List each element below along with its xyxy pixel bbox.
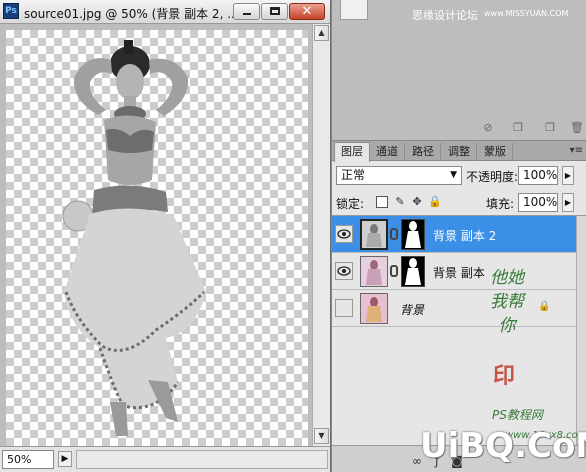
uibq-watermark: UiBQ.CoM bbox=[420, 426, 586, 466]
blend-mode-value: 正常 bbox=[341, 168, 366, 182]
eye-icon bbox=[337, 266, 351, 276]
photoshop-workspace: Ps source01.jpg @ 50% (背景 副本 2, ... ✕ ▲ … bbox=[0, 0, 586, 472]
vertical-scrollbar[interactable]: ▲ ▼ bbox=[312, 24, 330, 446]
layer-visibility-toggle[interactable] bbox=[335, 262, 353, 280]
forum-watermark-url: www.MISSYUAN.COM bbox=[484, 9, 569, 18]
document-canvas[interactable] bbox=[6, 30, 308, 446]
seal-stamp: 印 bbox=[492, 364, 515, 389]
move-icon[interactable]: ✥ bbox=[411, 196, 423, 208]
layer-thumbnail bbox=[360, 256, 388, 287]
tab-layers[interactable]: 图层 bbox=[334, 142, 370, 162]
fill-label: 填充: bbox=[486, 197, 515, 211]
layer-row[interactable]: 背景 副本 bbox=[332, 253, 576, 290]
panel-footer-icons: ⊘ ❐ ❐ 🗑 bbox=[482, 122, 584, 136]
document-title-bar[interactable]: Ps source01.jpg @ 50% (背景 副本 2, ... ✕ bbox=[0, 0, 330, 24]
lock-icon[interactable]: 🔒 bbox=[428, 196, 442, 208]
link-icon bbox=[390, 265, 398, 277]
dancer-photo bbox=[62, 40, 206, 436]
layers-scrollbar[interactable] bbox=[576, 216, 586, 446]
canvas-area bbox=[0, 24, 312, 446]
lock-icon: 🔒 bbox=[538, 301, 551, 312]
status-menu-icon[interactable]: ▶ bbox=[58, 451, 72, 467]
document-window: Ps source01.jpg @ 50% (背景 副本 2, ... ✕ ▲ … bbox=[0, 0, 330, 472]
document-title: source01.jpg @ 50% (背景 副本 2, ... bbox=[24, 7, 239, 21]
lock-row: 锁定: ✎ ✥ 🔒 填充: 100% ▶ bbox=[336, 193, 584, 212]
maximize-icon bbox=[270, 7, 280, 15]
brush-icon[interactable]: ✎ bbox=[394, 196, 406, 208]
opacity-label: 不透明度: bbox=[466, 170, 519, 184]
zoom-field[interactable]: 50% bbox=[2, 450, 54, 469]
upper-panel: 思缘设计论坛 www.MISSYUAN.COM ⊘ ❐ ❐ 🗑 bbox=[331, 0, 586, 140]
layer-thumbnail bbox=[360, 219, 388, 250]
site-watermark: PS教程网 bbox=[492, 408, 543, 422]
opacity-slider-arrow-icon[interactable]: ▶ bbox=[562, 166, 574, 185]
tab-paths[interactable]: 路径 bbox=[406, 143, 441, 161]
status-bar: 50% ▶ bbox=[0, 446, 330, 472]
layer-name[interactable]: 背景 副本 bbox=[433, 264, 485, 281]
layer-visibility-toggle[interactable] bbox=[335, 299, 353, 317]
layers-panel: 图层 通道 路径 调整 蒙版 ▾≡ 正常 ▼ 不透明度: 100% ▶ 锁定: … bbox=[331, 140, 586, 472]
swatch-preview[interactable] bbox=[340, 0, 368, 20]
lock-label: 锁定: bbox=[336, 197, 365, 211]
horizontal-scrollbar[interactable] bbox=[76, 450, 328, 469]
maximize-button[interactable] bbox=[261, 3, 288, 20]
layer-name[interactable]: 背景 bbox=[400, 301, 424, 318]
layer-thumbnail bbox=[360, 293, 388, 324]
scroll-up-icon[interactable]: ▲ bbox=[314, 25, 329, 41]
close-icon: ✕ bbox=[301, 4, 313, 19]
lock-transparency-icon[interactable] bbox=[376, 196, 388, 208]
minimize-button[interactable] bbox=[233, 3, 260, 20]
photoshop-app-icon: Ps bbox=[3, 3, 19, 19]
opacity-input[interactable]: 100% bbox=[518, 166, 558, 185]
panel-tabbar: 图层 通道 路径 调整 蒙版 ▾≡ bbox=[332, 141, 586, 162]
tab-channels[interactable]: 通道 bbox=[370, 143, 405, 161]
tab-adjustments[interactable]: 调整 bbox=[442, 143, 477, 161]
panel-menu-icon[interactable]: ▾≡ bbox=[570, 145, 583, 156]
layer-name[interactable]: 背景 副本 2 bbox=[433, 227, 496, 244]
layers-list: 背景 副本 2 背景 副本 背景 🔒 bbox=[332, 215, 586, 446]
eye-icon bbox=[337, 229, 351, 239]
minimize-icon bbox=[243, 13, 251, 15]
layer-row[interactable]: 背景 副本 2 bbox=[332, 216, 576, 253]
tab-masks[interactable]: 蒙版 bbox=[478, 143, 513, 161]
dropdown-arrow-icon: ▼ bbox=[450, 170, 457, 180]
layer-visibility-toggle[interactable] bbox=[335, 225, 353, 243]
close-button[interactable]: ✕ bbox=[289, 3, 325, 20]
trash-icon[interactable]: 🗑 bbox=[570, 122, 584, 134]
forum-watermark: 思缘设计论坛 bbox=[412, 9, 478, 22]
stop-icon[interactable]: ⊘ bbox=[482, 122, 494, 134]
layer-mask-thumbnail[interactable] bbox=[401, 219, 425, 250]
layer-mask-thumbnail[interactable] bbox=[401, 256, 425, 287]
duplicate-icon[interactable]: ❐ bbox=[544, 122, 556, 134]
new-item-icon[interactable]: ❐ bbox=[512, 122, 524, 134]
link-icon bbox=[390, 228, 398, 240]
fill-input[interactable]: 100% bbox=[518, 193, 558, 212]
blend-mode-select[interactable]: 正常 ▼ bbox=[336, 166, 462, 185]
scroll-down-icon[interactable]: ▼ bbox=[314, 428, 329, 444]
fill-slider-arrow-icon[interactable]: ▶ bbox=[562, 193, 574, 212]
layer-row[interactable]: 背景 🔒 bbox=[332, 290, 576, 327]
